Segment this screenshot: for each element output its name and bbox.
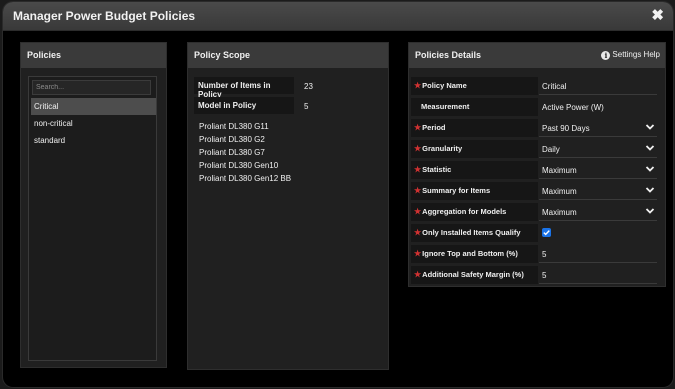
policy-name-label: ★Policy Name <box>411 77 538 95</box>
close-icon[interactable]: ✖ <box>651 6 664 24</box>
statistic-select[interactable]: Maximum <box>539 161 657 179</box>
summary-selected-value: Maximum <box>542 187 577 196</box>
policy-details-panel: Policies Details i Settings Help ★Policy … <box>408 42 666 287</box>
granularity-row: ★Granularity Daily <box>409 139 665 159</box>
model-item: Proliant DL380 G11 <box>199 122 269 131</box>
policy-name-field[interactable]: Critical <box>539 77 657 95</box>
info-icon: i <box>601 51 611 60</box>
summary-label: ★Summary for Items <box>411 182 538 200</box>
period-row: ★Period Past 90 Days <box>409 118 665 138</box>
scope-panel-header: Policy Scope <box>188 43 388 68</box>
policies-panel-title: Policies <box>27 50 62 60</box>
model-item: Proliant DL380 G2 <box>199 135 265 144</box>
policy-item-critical[interactable]: Critical <box>31 98 156 115</box>
scope-panel-title: Policy Scope <box>194 50 251 60</box>
dialog-title: Manager Power Budget Policies <box>13 9 196 23</box>
policies-panel-header: Policies <box>21 43 166 68</box>
details-panel-header: Policies Details i Settings Help <box>409 43 665 68</box>
power-budget-dialog: Manager Power Budget Policies ✖ Policies… <box>3 2 673 387</box>
chevron-down-icon <box>645 208 655 214</box>
required-marker: ★ <box>414 228 422 237</box>
aggregation-selected-value: Maximum <box>542 208 577 217</box>
model-count-value: 5 <box>304 102 309 111</box>
settings-help-link[interactable]: i Settings Help <box>601 50 660 60</box>
ignore-top-bottom-field[interactable]: 5 <box>539 245 657 263</box>
aggregation-label: ★Aggregation for Models <box>411 203 538 221</box>
policies-list: Critical non-critical standard <box>28 76 157 361</box>
installed-items-label: ★Only Installed Items Qualify <box>411 224 538 242</box>
ignore-top-bottom-row: ★Ignore Top and Bottom (%) 5 <box>409 244 665 264</box>
chevron-down-icon <box>645 187 655 193</box>
required-marker: ★ <box>414 165 422 174</box>
installed-items-field <box>539 224 657 242</box>
policy-item-non-critical[interactable]: non-critical <box>31 115 156 132</box>
policy-search-input[interactable] <box>32 80 151 95</box>
policy-item-standard[interactable]: standard <box>31 132 156 149</box>
granularity-label: ★Granularity <box>411 140 538 158</box>
required-marker: ★ <box>414 207 422 216</box>
required-marker: ★ <box>414 186 422 195</box>
aggregation-row: ★Aggregation for Models Maximum <box>409 202 665 222</box>
granularity-selected-value: Daily <box>542 145 560 154</box>
period-label: ★Period <box>411 119 538 137</box>
granularity-select[interactable]: Daily <box>539 140 657 158</box>
chevron-down-icon <box>645 145 655 151</box>
measurement-label: Measurement <box>411 98 538 116</box>
period-select[interactable]: Past 90 Days <box>539 119 657 137</box>
model-item: Proliant DL380 Gen12 BB <box>199 174 292 183</box>
installed-items-row: ★Only Installed Items Qualify <box>409 223 665 243</box>
summary-select[interactable]: Maximum <box>539 182 657 200</box>
statistic-selected-value: Maximum <box>542 166 577 175</box>
measurement-row: Measurement Active Power (W) <box>409 97 665 117</box>
model-count-label: Model in Policy <box>194 97 294 114</box>
safety-margin-row: ★Additional Safety Margin (%) 5 <box>409 265 665 285</box>
model-item: Proliant DL380 G7 <box>199 148 265 157</box>
required-marker: ★ <box>414 81 422 90</box>
ignore-top-bottom-label: ★Ignore Top and Bottom (%) <box>411 245 538 263</box>
required-marker: ★ <box>414 123 422 132</box>
policy-name-row: ★Policy Name Critical <box>409 76 665 96</box>
required-marker: ★ <box>414 144 422 153</box>
required-marker: ★ <box>414 249 422 258</box>
dialog-titlebar: Manager Power Budget Policies ✖ <box>3 2 673 31</box>
installed-items-checkbox[interactable] <box>542 228 551 237</box>
chevron-down-icon <box>645 124 655 130</box>
aggregation-select[interactable]: Maximum <box>539 203 657 221</box>
safety-margin-label: ★Additional Safety Margin (%) <box>411 266 538 284</box>
safety-margin-field[interactable]: 5 <box>539 266 657 284</box>
summary-row: ★Summary for Items Maximum <box>409 181 665 201</box>
measurement-value: Active Power (W) <box>542 103 604 112</box>
items-count-label: Number of Items in Policy <box>194 77 294 99</box>
settings-help-label: Settings Help <box>612 50 660 59</box>
period-selected-value: Past 90 Days <box>542 124 590 133</box>
chevron-down-icon <box>645 166 655 172</box>
policy-scope-panel: Policy Scope Number of Items in Policy 2… <box>187 42 389 370</box>
required-marker: ★ <box>414 270 422 279</box>
statistic-label: ★Statistic <box>411 161 538 179</box>
model-item: Proliant DL380 Gen10 <box>199 161 279 170</box>
items-count-value: 23 <box>304 82 313 91</box>
check-icon <box>543 230 550 236</box>
details-panel-title: Policies Details <box>415 50 482 60</box>
policies-panel: Policies Critical non-critical standard <box>20 42 167 368</box>
statistic-row: ★Statistic Maximum <box>409 160 665 180</box>
